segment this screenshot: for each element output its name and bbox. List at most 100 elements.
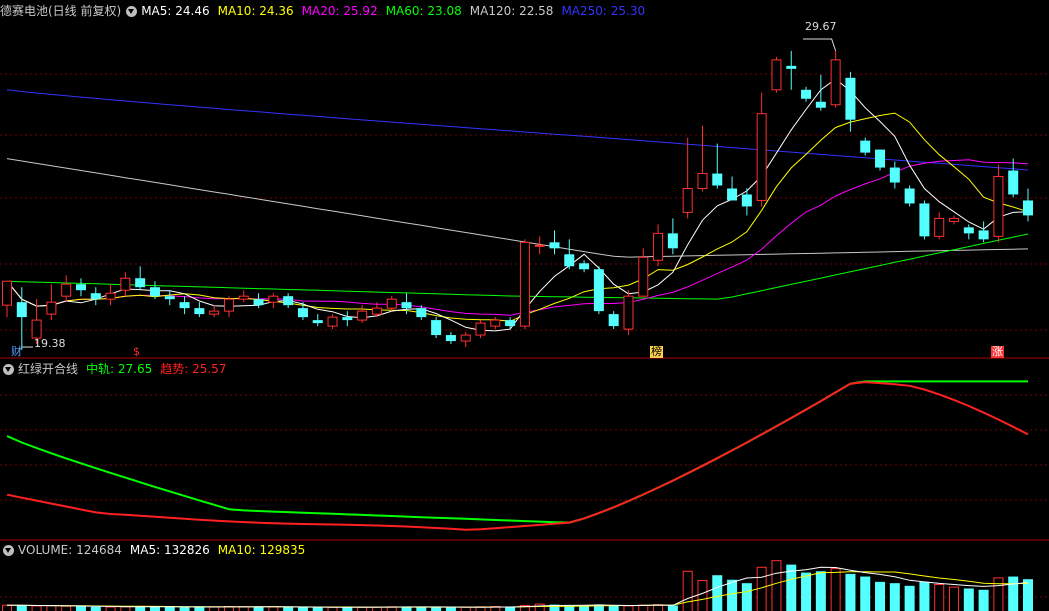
- volume-bar: [416, 607, 427, 611]
- volume-bar: [1008, 576, 1019, 611]
- candle-body: [2, 280, 12, 306]
- volume-bar: [579, 606, 590, 611]
- volume-bar: [283, 607, 294, 611]
- candle-body: [1008, 170, 1019, 195]
- indicator-pane: [6, 380, 1029, 531]
- candle-body: [75, 284, 86, 291]
- candle-body: [579, 263, 590, 270]
- chart-canvas: [0, 38, 1049, 611]
- candle-body: [756, 113, 767, 201]
- candle-body: [283, 296, 294, 306]
- volume-bar: [253, 607, 264, 611]
- indicator-name: 红绿开合线: [18, 362, 79, 376]
- indicator-header: 红绿开合线 中轨: 27.65 趋势: 25.57: [0, 360, 234, 378]
- candle-body: [401, 302, 412, 309]
- ma60-line: [6, 233, 1029, 300]
- candle-body: [505, 320, 516, 327]
- candle-body: [416, 308, 427, 318]
- candle-body: [697, 173, 708, 189]
- candle-body: [727, 188, 738, 201]
- dropdown-icon[interactable]: [3, 363, 14, 375]
- qushi-line: [6, 381, 1029, 531]
- candle-body: [431, 320, 442, 336]
- candle-body: [149, 287, 160, 297]
- candle-body: [386, 298, 397, 309]
- volume-bar: [963, 588, 974, 611]
- volume-bar: [2, 604, 12, 611]
- marker-dollar[interactable]: $: [133, 346, 140, 358]
- volume-bar: [505, 607, 516, 611]
- volume-bar: [741, 583, 752, 611]
- volume-bar: [756, 566, 767, 611]
- candle-body: [904, 188, 915, 204]
- volume-bar: [445, 607, 456, 611]
- candle-body: [771, 59, 782, 91]
- dropdown-icon[interactable]: [126, 5, 138, 17]
- stock-title: 德赛电池(日线 前复权): [0, 4, 122, 18]
- candle-body: [889, 167, 900, 183]
- candle-body: [253, 299, 264, 306]
- candle-body: [623, 295, 634, 330]
- ma10-label: MA10: 24.36: [217, 4, 294, 18]
- candle-body: [608, 314, 619, 327]
- candle-body: [209, 310, 220, 315]
- volume-bar: [179, 607, 190, 611]
- candle-body: [90, 293, 101, 300]
- candle-body: [120, 277, 131, 291]
- candle-body: [194, 308, 205, 315]
- candle-body: [1023, 200, 1033, 216]
- volume-bar: [164, 607, 175, 611]
- marker-billboard[interactable]: 榜: [650, 346, 663, 358]
- volume-bar: [815, 571, 826, 611]
- candle-body: [919, 203, 930, 237]
- ma120-label: MA120: 22.58: [469, 4, 554, 18]
- volume-bar: [919, 581, 930, 611]
- volume-bar: [623, 605, 634, 611]
- candle-body: [963, 227, 974, 234]
- volume-pane: [2, 560, 1033, 611]
- candle-body: [312, 320, 323, 324]
- volume-bar: [90, 606, 101, 611]
- candle-body: [460, 334, 471, 342]
- candle-body: [238, 295, 249, 300]
- volume-bar: [875, 581, 886, 611]
- volume-bar: [978, 589, 989, 611]
- volume-bar: [46, 605, 57, 611]
- volume-bar: [682, 570, 693, 611]
- vol-ma5-label: MA5: 132826: [129, 543, 210, 557]
- volume-bar: [845, 573, 856, 611]
- high-pointer: [803, 38, 837, 52]
- candle-body: [949, 217, 960, 222]
- low-price-label: 19.38: [34, 337, 66, 350]
- candle-body: [61, 283, 72, 297]
- candle-body: [16, 302, 27, 318]
- volume-bar: [357, 606, 368, 611]
- candle-body: [638, 256, 649, 297]
- marker-finance[interactable]: 财: [11, 346, 22, 358]
- volume-bar: [75, 606, 86, 611]
- volume-bar: [949, 586, 960, 611]
- volume-bar: [16, 605, 27, 611]
- ma5-label: MA5: 24.46: [141, 4, 210, 18]
- marker-limit-up[interactable]: 涨: [991, 346, 1004, 358]
- volume-bar: [889, 583, 900, 611]
- candle-body: [342, 317, 353, 321]
- candle-body: [534, 244, 545, 247]
- volume-ma10-line: [6, 571, 1029, 608]
- vol-ma10-label: MA10: 129835: [217, 543, 306, 557]
- high-price-label: 29.67: [805, 20, 837, 33]
- ma60-label: MA60: 23.08: [385, 4, 462, 18]
- candle-body: [223, 298, 234, 312]
- candle-body: [978, 230, 989, 240]
- candle-body: [934, 217, 945, 237]
- dropdown-icon[interactable]: [3, 544, 14, 556]
- price-header: 德赛电池(日线 前复权) MA5: 24.46 MA10: 24.36 MA20…: [0, 2, 653, 20]
- zhonggui-line: [6, 380, 1028, 524]
- volume-bar: [830, 568, 841, 611]
- volume-bar: [61, 605, 72, 611]
- volume-bar: [431, 607, 442, 611]
- volume-bar: [120, 606, 131, 611]
- ma10-line: [6, 112, 1029, 322]
- volume-bar: [801, 572, 812, 611]
- candle-body: [682, 187, 693, 213]
